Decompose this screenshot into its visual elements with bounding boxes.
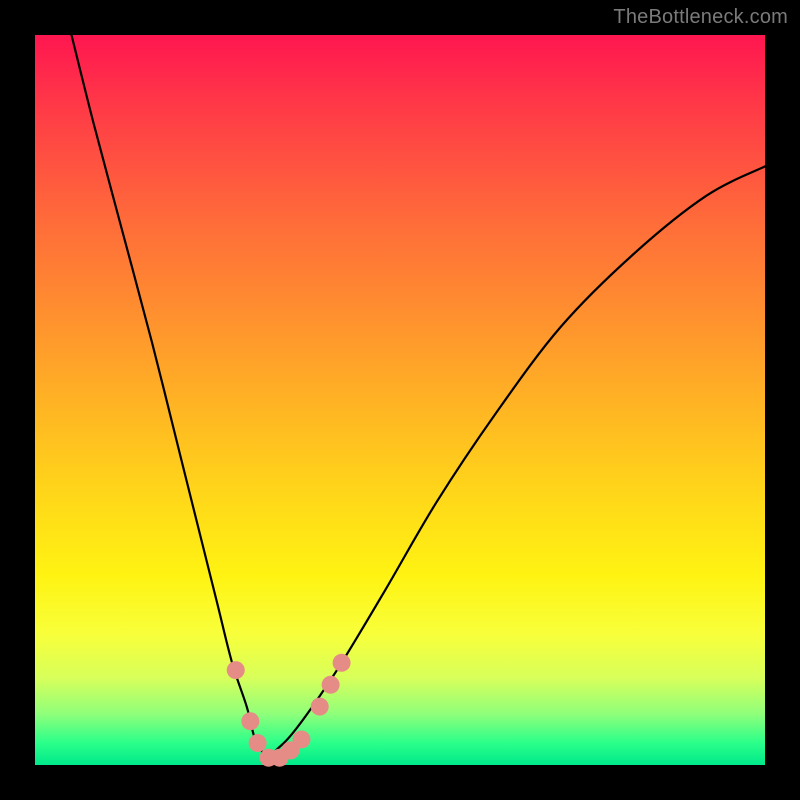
chart-frame: TheBottleneck.com [0,0,800,800]
data-marker [249,734,267,752]
data-marker [311,698,329,716]
data-marker [322,676,340,694]
bottleneck-curve-path [72,35,766,758]
plot-area [35,35,765,765]
marker-group [227,654,351,767]
chart-svg [35,35,765,765]
data-marker [241,712,259,730]
data-marker [333,654,351,672]
watermark-text: TheBottleneck.com [613,6,788,29]
data-marker [227,661,245,679]
data-marker [292,730,310,748]
